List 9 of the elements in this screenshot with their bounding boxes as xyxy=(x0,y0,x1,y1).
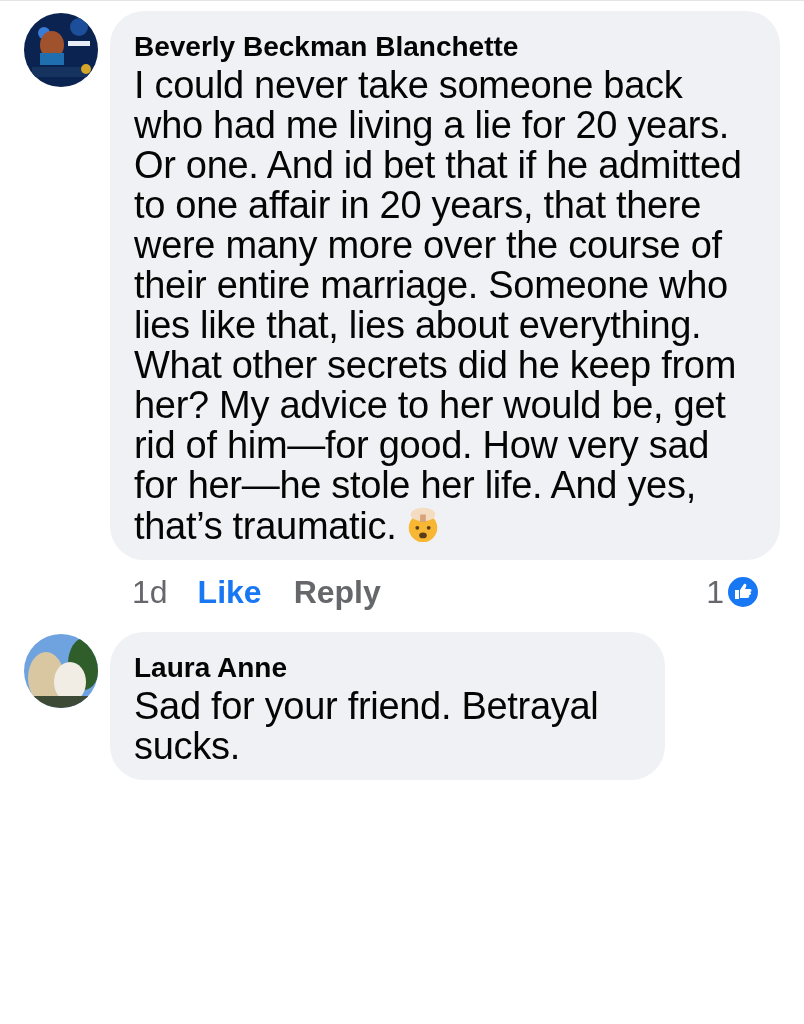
like-button[interactable]: Like xyxy=(197,572,262,612)
reply-button[interactable]: Reply xyxy=(293,572,381,612)
reaction-count: 1 xyxy=(706,573,724,612)
author-name[interactable]: Beverly Beckman Blanchette xyxy=(134,29,756,65)
comment-text: I could never take someone back who had me living a lie for 20 years. Or one. And id bet that if he admitted to one affair in 20 years, that there were many more over the course of their entire marriage. Someone who lies like that, lies about everything. What other secrets did he keep from her? My advice to her would be, get rid of him—for good. How very sad for her—he stole her life. And yes, that’s traumatic. xyxy=(134,65,743,546)
thumbs-up-icon xyxy=(728,577,758,607)
comment-time: 1d xyxy=(132,573,168,612)
comment-text: Sad for your friend. Betrayal sucks. xyxy=(134,686,600,766)
author-name[interactable]: Laura Anne xyxy=(134,650,641,686)
